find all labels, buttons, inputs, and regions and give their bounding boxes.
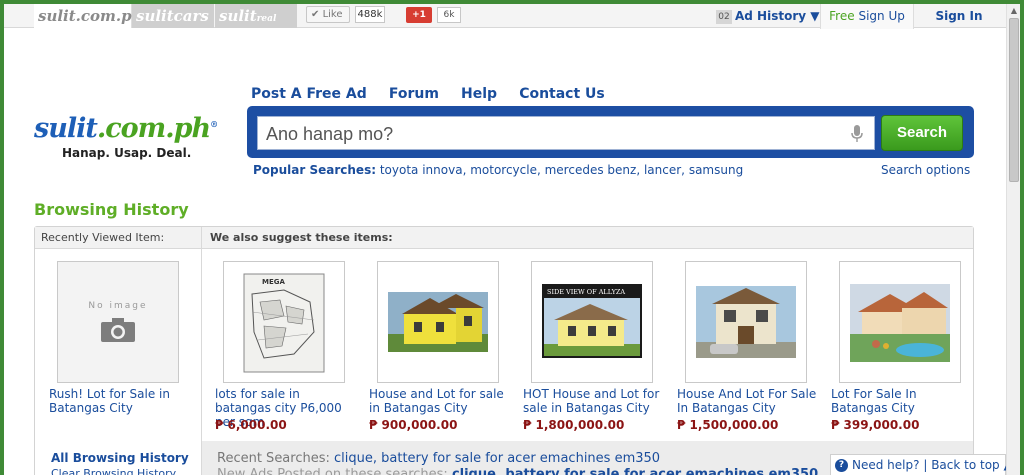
suggestion-price: ₱ 6,000.00 <box>215 418 287 432</box>
like-count: 488k <box>355 6 385 23</box>
panel-divider <box>201 227 202 475</box>
search-button[interactable]: Search <box>881 115 963 151</box>
allyza-house-image: SIDE VIEW OF ALLYZA <box>542 284 642 358</box>
search-options-link[interactable]: Search options <box>881 162 970 178</box>
popular-searches-label: Popular Searches: <box>253 163 377 177</box>
signin-link[interactable]: Sign In <box>916 4 1002 28</box>
signup-link[interactable]: Free Sign Up <box>820 4 914 29</box>
suggestion-price: ₱ 1,800,000.00 <box>523 418 625 432</box>
popular-search-link[interactable]: motorcycle <box>470 163 537 177</box>
nav-contact-us[interactable]: Contact Us <box>519 84 605 104</box>
popular-search-link[interactable]: lancer <box>644 163 681 177</box>
ad-history-dropdown[interactable]: Ad History ▼ <box>735 4 819 28</box>
clear-browsing-history-link[interactable]: Clear Browsing History <box>51 467 176 475</box>
recent-searches-link[interactable]: clique, battery for sale for acer emachi… <box>334 451 660 466</box>
suggestion-price: ₱ 1,500,000.00 <box>677 418 779 432</box>
suggestion-title[interactable]: House and Lot for sale in Batangas City <box>369 387 509 415</box>
logo-part-sulit: sulit <box>34 113 98 144</box>
need-help-link[interactable]: Need help? <box>852 458 919 472</box>
help-icon: ? <box>835 459 848 472</box>
google-plus-icon: +1 <box>412 10 426 20</box>
back-to-top-link[interactable]: Back to top ▲ <box>931 458 1013 472</box>
like-label: Like <box>322 9 343 20</box>
scroll-up-arrow-icon[interactable]: ▲ <box>1009 6 1019 16</box>
lot-map-image: MEGA <box>224 262 344 382</box>
search-box: Ano hanap mo? Search <box>247 106 974 158</box>
free-label: Free <box>829 9 855 23</box>
separator: | <box>923 458 928 472</box>
page-scrollbar[interactable]: ▲ <box>1006 4 1020 475</box>
google-plus-button[interactable]: +1 <box>406 7 432 23</box>
browsing-history-title: Browsing History <box>34 200 189 219</box>
nav-forum[interactable]: Forum <box>389 84 439 104</box>
new-ads-link[interactable]: clique, battery for sale for acer emachi… <box>452 467 818 475</box>
suggestion-price: ₱ 900,000.00 <box>369 418 458 432</box>
thumbs-up-icon: ✔ <box>311 9 320 20</box>
site-logo[interactable]: sulit.com.ph® Hanap. Usap. Deal. <box>34 108 234 168</box>
suggestion-title[interactable]: House And Lot For Sale In Batangas City <box>677 387 817 415</box>
recent-item-title[interactable]: Rush! Lot for Sale in Batangas City <box>49 387 189 415</box>
recent-searches: Recent Searches: clique, battery for sal… <box>217 451 660 467</box>
resort-lot-image <box>850 284 950 362</box>
yellow-house-image <box>388 292 488 352</box>
history-count-badge: 02 <box>716 10 732 24</box>
help-bar: ? Need help? | Back to top ▲ <box>830 454 1013 475</box>
popular-search-link[interactable]: samsung <box>689 163 743 177</box>
suggestion-thumbnail[interactable]: MEGA <box>223 261 345 383</box>
camera-icon <box>101 318 135 342</box>
page-frame: sulit.com.ph sulitcars sulitreal estate … <box>4 4 1020 475</box>
logo-part-domain: .com.ph <box>96 113 211 144</box>
brand-tab-sulit-real-estate[interactable]: sulitreal estate <box>215 4 297 51</box>
main-nav: Post A Free Ad Forum Help Contact Us <box>251 83 622 103</box>
suggestion-thumbnail[interactable] <box>685 261 807 383</box>
brand-tab-label: sulit <box>219 7 257 25</box>
new-ads-posted: New Ads Posted on these searches: clique… <box>217 467 818 475</box>
popular-search-link[interactable]: mercedes benz <box>545 163 637 177</box>
facebook-like-button[interactable]: ✔ Like <box>306 6 350 23</box>
suggestion-thumbnail[interactable] <box>377 261 499 383</box>
brand-tab-label: sulitcars <box>136 7 209 25</box>
suggestion-title[interactable]: Lot For Sale In Batangas City <box>831 387 971 415</box>
recent-item-thumbnail[interactable]: No image <box>57 261 179 383</box>
top-bar: sulit.com.ph sulitcars sulitreal estate … <box>4 4 1006 51</box>
browsing-history-panel: Recently Viewed Item: We also suggest th… <box>34 226 974 475</box>
suggestion-title[interactable]: HOT House and Lot for sale in Batangas C… <box>523 387 663 415</box>
recent-searches-label: Recent Searches: <box>217 451 330 466</box>
nav-help[interactable]: Help <box>461 84 497 104</box>
logo-tagline: Hanap. Usap. Deal. <box>62 146 192 160</box>
brand-tab-label: sulit.com.ph <box>38 7 143 25</box>
two-storey-house-image <box>696 286 796 358</box>
allyza-label: SIDE VIEW OF ALLYZA <box>547 288 625 296</box>
nav-post-free-ad[interactable]: Post A Free Ad <box>251 84 367 104</box>
scroll-thumb[interactable] <box>1009 18 1019 182</box>
gplus-count: 6k <box>437 7 461 23</box>
popular-search-link[interactable]: toyota innova <box>380 163 463 177</box>
panel-header <box>35 227 973 249</box>
suggestion-price: ₱ 399,000.00 <box>831 418 920 432</box>
microphone-icon[interactable] <box>850 125 864 143</box>
recently-viewed-label: Recently Viewed Item: <box>41 231 165 244</box>
popular-searches: Popular Searches: toyota innova, motorcy… <box>253 163 744 177</box>
signup-label: Sign Up <box>858 9 905 23</box>
registered-mark: ® <box>210 119 218 129</box>
logo-wordmark: sulit.com.ph® <box>34 108 234 145</box>
suggestion-thumbnail[interactable]: SIDE VIEW OF ALLYZA <box>531 261 653 383</box>
mega-label: MEGA <box>262 278 285 286</box>
no-image-text: No image <box>88 301 148 311</box>
suggest-label: We also suggest these items: <box>210 231 393 244</box>
brand-tab-sulit[interactable]: sulit.com.ph <box>34 4 143 28</box>
search-input[interactable]: Ano hanap mo? <box>257 116 875 150</box>
new-ads-label: New Ads Posted on these searches: <box>217 467 448 475</box>
suggestion-thumbnail[interactable] <box>839 261 961 383</box>
brand-tab-sulitcars[interactable]: sulitcars <box>132 4 214 28</box>
all-browsing-history-link[interactable]: All Browsing History <box>51 451 189 465</box>
